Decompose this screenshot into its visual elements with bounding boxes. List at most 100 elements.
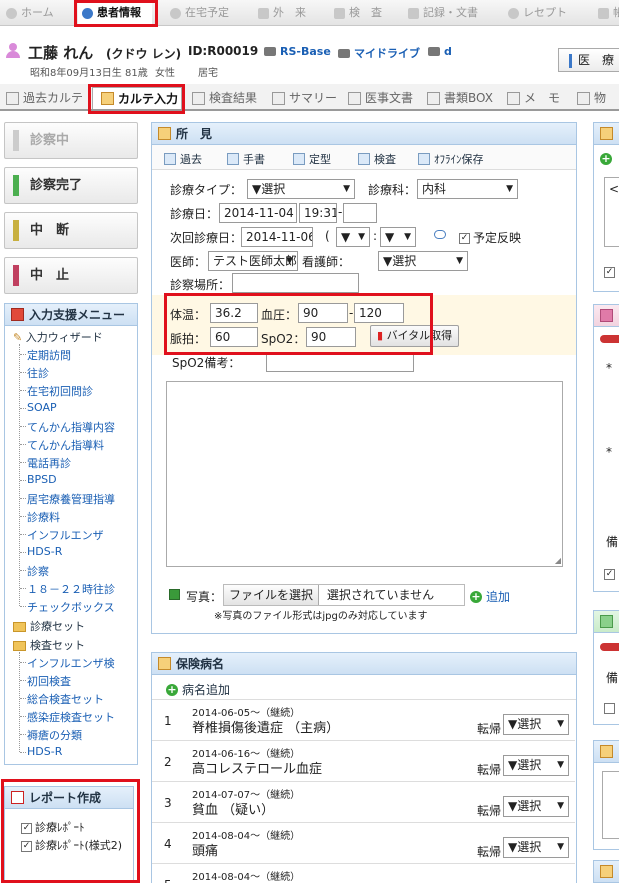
disease-name: 高コレステロール血症 [192,762,323,777]
status-in-consult-button[interactable]: 診察中 [4,122,138,159]
document-icon [348,91,361,105]
link-my-drive[interactable]: マイドライブ [338,45,420,61]
time-input[interactable]: 19:31 [299,203,337,223]
toolbar-offline-save-button[interactable]: ｵﾌﾗｲﾝ保存 [418,151,484,167]
doctor-select[interactable]: テスト医師太郎 ▼ [208,251,298,271]
temp-label: 体温： [170,308,207,322]
wizard-item[interactable]: 居宅療養管理指導 [27,491,115,507]
vital-fetch-button[interactable]: ▮ バイタル取得 [370,325,460,347]
wizard-item[interactable]: 往診 [27,365,49,381]
nav-home[interactable]: ホーム [6,0,54,26]
wizard-item[interactable]: 定期訪問 [27,347,71,363]
bp-low-input[interactable]: 120 [354,303,404,323]
outcome-label: 転帰 [477,804,502,818]
file-status: 選択されていません [326,588,435,602]
wizard-item[interactable]: 診察 [27,563,49,579]
nurse-select[interactable]: ▼選択 ▼ [378,251,468,271]
spo2-note-input[interactable] [266,352,414,372]
report-item-2[interactable]: ✓ 診療ﾚﾎﾟｰﾄ(様式2) [21,838,129,853]
nav-records[interactable]: 記録・文書 [408,0,478,26]
tab-summary[interactable]: サマリー [272,87,337,109]
link-d[interactable]: d [428,45,452,58]
dept-select[interactable]: 内科 ▼ [417,179,518,199]
spo2-note-label: SpO2備考： [172,356,241,370]
checkbox-icon[interactable] [604,703,615,714]
nav-ledger[interactable]: 帳 [598,0,619,26]
wizard-item[interactable]: インフルエンザ [27,527,104,543]
add-disease-button[interactable]: + 病名追加 [166,681,230,698]
toolbar-exam-button[interactable]: 検査 [358,151,396,167]
resize-grip-icon[interactable]: ◢ [555,556,561,565]
clinical-set-folder[interactable]: 診療セット [13,618,85,634]
outcome-select[interactable]: ▼選択 ▼ [503,796,569,817]
tab-medical-docs[interactable]: 医事文書 [348,87,413,109]
tab-doc-box[interactable]: 書類BOX [427,87,493,109]
report-item-1[interactable]: ✓ 診療ﾚﾎﾟｰﾄ [21,819,85,835]
next-date-input[interactable]: 2014-11-06 [241,227,313,247]
wizard-item[interactable]: チェックボックス [27,599,115,615]
checkbox-icon[interactable]: ✓ [21,822,32,834]
wizard-item[interactable]: SOAP [27,401,57,414]
exam-set-item[interactable]: 褥瘡の分類 [27,727,82,743]
wizard-folder[interactable]: ✎ 入力ウィザード [13,329,103,345]
nav-receipt[interactable]: レセプト [508,0,567,26]
exam-set-item[interactable]: HDS-R [27,745,62,758]
wizard-item[interactable]: 診療料 [27,509,60,525]
wizard-item[interactable]: HDS-R [27,545,62,558]
bp-high-input[interactable]: 90 [298,303,348,323]
tab-past-chart[interactable]: 過去カルテ [6,87,83,109]
nav-home-schedule[interactable]: 在宅予定 [170,0,229,26]
nav-exam[interactable]: 検 査 [334,0,382,26]
checkbox-icon[interactable]: ✓ [21,840,32,852]
time-end-input[interactable] [343,203,377,223]
photo-add-button[interactable]: + 追加 [470,588,510,605]
wizard-item[interactable]: てんかん指導内容 [27,419,115,435]
file-select-button[interactable]: ファイルを選択 [224,585,320,605]
tab-exam-results[interactable]: 検査結果 [192,87,257,109]
wizard-item[interactable]: １８－２２時往診 [27,581,115,597]
tab-chart-input[interactable]: カルテ入力 [92,87,182,109]
exam-set-folder[interactable]: 検査セット [13,637,85,653]
outcome-select[interactable]: ▼選択 ▼ [503,714,569,735]
toolbar-handwrite-button[interactable]: 手書 [227,151,265,167]
status-complete-button[interactable]: 診察完了 [4,167,138,204]
exam-set-item[interactable]: 感染症検査セット [27,709,115,725]
exam-set-item[interactable]: 初回検査 [27,673,71,689]
checkbox-icon[interactable]: ✓ [459,233,470,244]
pulse-label: 脈拍： [170,332,207,346]
status-interrupt-button[interactable]: 中 断 [4,212,138,249]
next-minute-select[interactable]: ▼ ▼ [380,227,416,247]
exam-set-item[interactable]: 総合検査セット [27,691,104,707]
wizard-item[interactable]: 在宅初回問診 [27,383,93,399]
disk-icon [428,47,440,56]
wizard-item[interactable]: BPSD [27,473,57,486]
checkbox-icon[interactable]: ✓ [604,567,618,581]
medical-button[interactable]: 医 療 [558,48,619,72]
dropdown-arrow-icon: ▼ [557,719,564,729]
pulse-input[interactable]: 60 [210,327,258,347]
temp-input[interactable]: 36.2 [210,303,258,323]
exam-set-item[interactable]: インフルエンザ検 [27,655,115,671]
toolbar-past-button[interactable]: 過去 [164,151,202,167]
toolbar-template-button[interactable]: 定型 [293,151,331,167]
nav-outpatient[interactable]: 外 来 [258,0,306,26]
next-hour-select[interactable]: ▼ ▼ [336,227,370,247]
checkbox-icon[interactable]: ✓ [604,265,618,279]
reflect-checkbox[interactable]: ✓ 予定反映 [459,229,521,246]
spo2-input[interactable]: 90 [306,327,356,347]
comment-icon[interactable] [434,230,446,239]
tab-goods[interactable]: 物 [577,87,606,109]
wizard-item[interactable]: てんかん指導料 [27,437,104,453]
nav-patient-info[interactable]: 患者情報 [78,0,152,26]
status-cancel-button[interactable]: 中 止 [4,257,138,294]
tab-memo[interactable]: メ モ [507,87,560,109]
plus-icon[interactable]: + [600,151,614,165]
outcome-select[interactable]: ▼選択 ▼ [503,837,569,858]
findings-textarea[interactable]: ◢ [166,381,563,567]
date-input[interactable]: 2014-11-04 [219,203,297,223]
type-select[interactable]: ▼選択 ▼ [247,179,355,199]
link-rs-base[interactable]: RS-Base [264,45,331,58]
place-input[interactable] [232,273,359,293]
outcome-select[interactable]: ▼選択 ▼ [503,755,569,776]
wizard-item[interactable]: 電話再診 [27,455,71,471]
